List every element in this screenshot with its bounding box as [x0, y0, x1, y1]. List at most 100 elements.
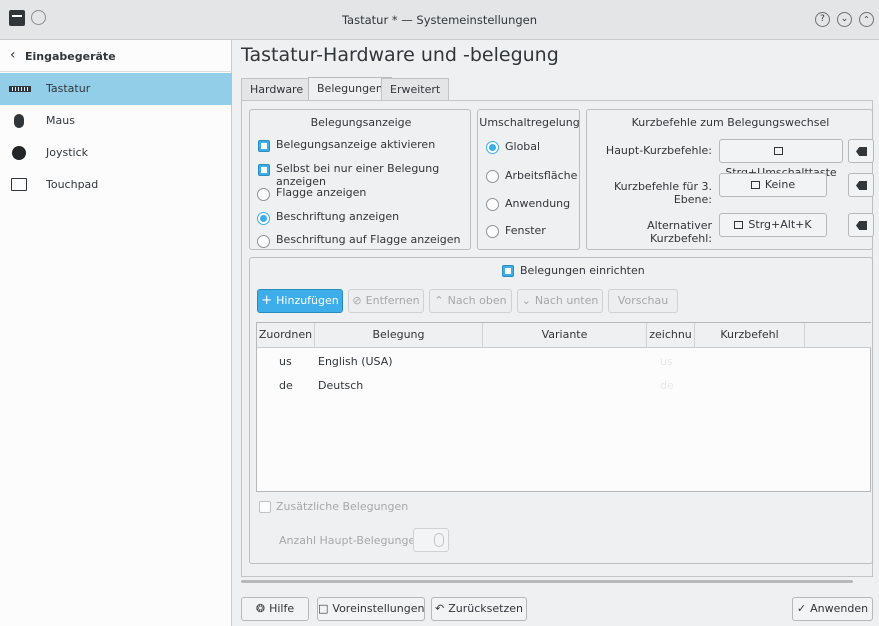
help-button[interactable]: ❂ Hilfe	[241, 597, 309, 621]
cell-label: us	[660, 355, 673, 368]
apply-button[interactable]: ✓ Anwenden	[792, 597, 873, 621]
option-label: Fenster	[505, 224, 546, 237]
keyboard-icon	[9, 86, 31, 92]
chevron-left-icon: ‹	[10, 47, 16, 63]
column-header-filler	[805, 323, 871, 348]
group-title: Umschaltregelung	[479, 116, 580, 129]
show-single-checkbox[interactable]	[258, 164, 270, 176]
alternative-shortcut-button[interactable]: Strg+Alt+K	[719, 213, 827, 237]
button-label: Vorschau	[617, 294, 669, 307]
main-shortcut-label: Haupt-Kurzbefehle:	[605, 144, 712, 157]
button-label: Zurücksetzen	[448, 602, 523, 615]
enable-indicator-checkbox[interactable]	[258, 140, 270, 152]
option-label: Selbst bei nur einer Belegung anzeigen	[276, 162, 440, 188]
move-down-button[interactable]: ⌄ Nach unten	[517, 289, 603, 313]
tab-layouts[interactable]: Belegungen	[308, 77, 392, 101]
tab-hardware[interactable]: Hardware	[241, 78, 313, 100]
page-title: Tastatur-Hardware und -belegung	[241, 44, 559, 66]
column-header-label[interactable]: zeichnu	[647, 323, 695, 348]
column-header-shortcut[interactable]: Kurzbefehl	[695, 323, 805, 348]
configure-layouts-checkbox[interactable]	[502, 265, 514, 277]
reset-button[interactable]: ↶ Zurücksetzen	[431, 597, 527, 621]
option-label: Belegungsanzeige aktivieren	[276, 138, 436, 151]
cell-layout: Deutsch	[318, 379, 364, 392]
option-label: Global	[505, 140, 541, 153]
third-level-shortcut-button[interactable]: Keine	[719, 173, 827, 197]
minimize-icon[interactable]: ⌄	[837, 12, 852, 27]
cell-map: us	[279, 355, 292, 368]
cell-map: de	[279, 379, 293, 392]
main-shortcut-button[interactable]: Strg+Umschalttaste	[719, 139, 843, 179]
option-label: Beschriftung auf Flagge anzeigen	[276, 233, 461, 246]
defaults-icon: □	[318, 602, 329, 615]
extra-layouts-checkbox[interactable]	[259, 501, 271, 513]
help-icon: ❂	[255, 602, 266, 615]
tab-advanced[interactable]: Erweitert	[381, 78, 450, 100]
button-label: Anwenden	[810, 602, 869, 615]
clear-main-shortcut-button[interactable]	[848, 139, 874, 163]
clear-alternative-shortcut-button[interactable]	[848, 213, 874, 237]
alternative-shortcut-label: Alternativer Kurzbefehl:	[647, 219, 712, 245]
option-label: Anwendung	[505, 197, 571, 210]
button-label: Hilfe	[269, 602, 295, 615]
column-header-variant[interactable]: Variante	[483, 323, 647, 348]
policy-desktop-radio[interactable]	[486, 170, 499, 183]
layouts-table: Zuordnen Belegung Variante zeichnu Kurzb…	[256, 322, 871, 492]
defaults-button[interactable]: □ Voreinstellungen	[317, 597, 425, 621]
keyboard-icon	[734, 221, 744, 229]
button-label: Nach oben	[447, 294, 507, 307]
clear-third-level-shortcut-button[interactable]	[848, 173, 874, 197]
switching-policy-group: Umschaltregelung Global Arbeitsfläche An…	[477, 109, 580, 250]
sidebar-item-label: Touchpad	[46, 178, 99, 191]
sidebar-item-keyboard[interactable]: Tastatur	[0, 73, 232, 105]
group-title: Belegungsanzeige	[310, 116, 412, 129]
main-layout-count-spinbox[interactable]	[413, 528, 449, 552]
table-row[interactable]: us English (USA) us	[257, 349, 870, 371]
arrow-down-icon: ⌄	[521, 294, 531, 307]
option-label: Arbeitsfläche	[505, 169, 578, 182]
checkmark-icon: ✓	[796, 602, 807, 615]
sidebar: ‹ Eingabegeräte Tastatur Maus Joystick T…	[0, 40, 232, 626]
third-level-shortcut-label: Kurzbefehle für 3. Ebene:	[614, 180, 712, 206]
shortcut-value: Keine	[764, 178, 796, 191]
column-header-map[interactable]: Zuordnen	[257, 323, 315, 348]
help-icon[interactable]: ?	[815, 12, 830, 27]
sidebar-item-label: Joystick	[46, 146, 89, 159]
remove-layout-button[interactable]: ⊘ Entfernen	[348, 289, 424, 313]
show-label-radio[interactable]	[257, 212, 270, 225]
policy-application-radio[interactable]	[486, 198, 499, 211]
table-row[interactable]: de Deutsch de	[257, 373, 870, 395]
backspace-icon	[856, 147, 867, 156]
column-header-layout[interactable]: Belegung	[315, 323, 483, 348]
policy-window-radio[interactable]	[486, 225, 499, 238]
main-layout-count-label: Anzahl Haupt-Belegungen:	[279, 534, 426, 547]
move-up-button[interactable]: ⌃ Nach oben	[429, 289, 512, 313]
group-title: Kurzbefehle zum Belegungswechsel	[631, 116, 830, 129]
add-layout-button[interactable]: + Hinzufügen	[257, 289, 343, 313]
plus-icon: +	[261, 293, 273, 308]
policy-global-radio[interactable]	[486, 141, 499, 154]
keyboard-icon	[774, 147, 783, 155]
backspace-icon	[856, 181, 867, 190]
title-bar: Tastatur * — Systemeinstellungen ? ⌄ ⌃	[0, 0, 879, 40]
arrow-up-icon: ⌃	[434, 294, 444, 307]
sidebar-item-label: Maus	[46, 114, 75, 127]
button-label: Entfernen	[365, 294, 420, 307]
preview-button[interactable]: Vorschau	[608, 289, 678, 313]
sidebar-item-mouse[interactable]: Maus	[0, 105, 232, 137]
back-to-input-devices[interactable]: ‹ Eingabegeräte	[0, 40, 232, 72]
sidebar-item-joystick[interactable]: Joystick	[0, 137, 232, 169]
button-label: Nach unten	[534, 294, 599, 307]
label-on-flag-radio[interactable]	[257, 235, 270, 248]
sidebar-item-touchpad[interactable]: Touchpad	[0, 169, 232, 201]
shortcut-value: Strg+Alt+K	[748, 218, 812, 231]
cell-label: de	[660, 379, 674, 392]
show-flag-radio[interactable]	[257, 188, 270, 201]
window-title: Tastatur * — Systemeinstellungen	[341, 13, 538, 27]
scrollbar-horizontal[interactable]	[241, 580, 853, 583]
maximize-icon[interactable]: ⌃	[859, 12, 874, 27]
backspace-icon	[856, 221, 867, 230]
extra-layouts-label: Zusätzliche Belegungen	[276, 500, 409, 513]
option-label: Flagge anzeigen	[276, 186, 367, 199]
joystick-icon	[12, 146, 26, 160]
